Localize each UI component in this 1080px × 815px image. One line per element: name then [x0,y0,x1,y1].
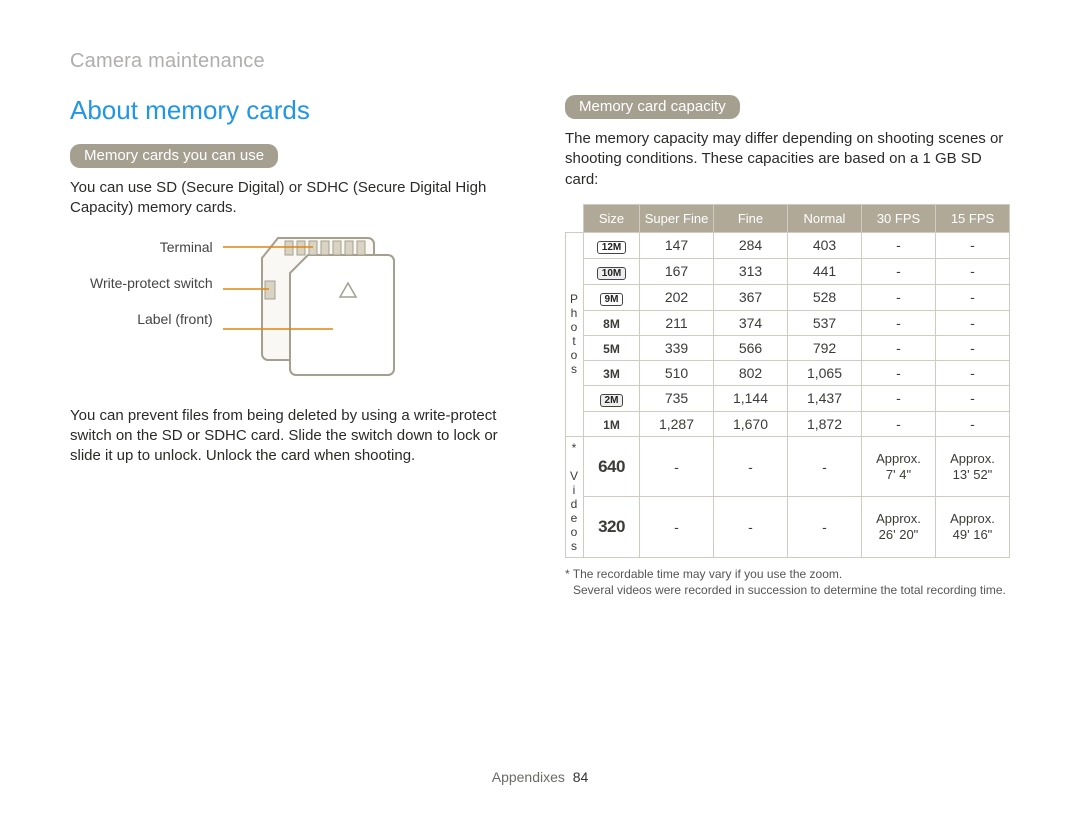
cell-fine: 374 [714,310,788,335]
cell-fine: 802 [714,360,788,385]
cell-size: 5M [584,335,640,360]
cell-sf: 147 [640,232,714,258]
sd-card-figure: Terminal Write-protect switch Label (fro… [90,233,515,388]
cell-sf: 735 [640,385,714,411]
cell-30fps: - [862,310,936,335]
table-header-row: Size Super Fine Fine Normal 30 FPS 15 FP… [566,204,1010,232]
cell-normal: - [788,436,862,497]
cell-size: 1M [584,411,640,436]
cell-size: 12M [584,232,640,258]
sd-card-icon [223,233,413,388]
cell-fine: - [714,436,788,497]
cell-sf: 1,287 [640,411,714,436]
paragraph-capacity-intro: The memory capacity may differ depending… [565,129,1010,190]
table-row: Photos12M147284403-- [566,232,1010,258]
cell-30fps: Approx.7' 4" [862,436,936,497]
cell-sf: - [640,497,714,558]
cell-15fps: - [936,385,1010,411]
cell-size: 10M [584,258,640,284]
subhead-memory-cards-you-can-use: Memory cards you can use [70,144,278,168]
side-label-videos: *Videos [566,436,584,557]
table-row: 10M167313441-- [566,258,1010,284]
cell-sf: 211 [640,310,714,335]
cell-normal: 1,437 [788,385,862,411]
cell-30fps: - [862,385,936,411]
cell-size: 9M [584,284,640,310]
table-row: 9M202367528-- [566,284,1010,310]
table-row: 8M211374537-- [566,310,1010,335]
footnote: * The recordable time may vary if you us… [565,566,1010,598]
cell-size: 2M [584,385,640,411]
right-column: Memory card capacity The memory capacity… [565,95,1010,759]
cell-fine: 367 [714,284,788,310]
cell-fine: 284 [714,232,788,258]
cell-15fps: - [936,232,1010,258]
cell-15fps: Approx.13' 52" [936,436,1010,497]
cell-fine: 313 [714,258,788,284]
th-fine: Fine [714,204,788,232]
cell-30fps: - [862,335,936,360]
label-front: Label (front) [90,311,213,327]
subhead-memory-card-capacity: Memory card capacity [565,95,740,119]
page-footer: Appendixes 84 [70,759,1010,785]
cell-normal: 1,065 [788,360,862,385]
cell-fine: 1,144 [714,385,788,411]
cell-sf: 202 [640,284,714,310]
cell-30fps: - [862,258,936,284]
cell-fine: 566 [714,335,788,360]
th-superfine: Super Fine [640,204,714,232]
cell-15fps: - [936,284,1010,310]
paragraph-write-protect: You can prevent files from being deleted… [70,406,515,467]
cell-fine: - [714,497,788,558]
table-row: *Videos640---Approx.7' 4"Approx.13' 52" [566,436,1010,497]
footer-page-number: 84 [573,769,589,785]
cell-30fps: - [862,284,936,310]
cell-normal: 537 [788,310,862,335]
cell-30fps: - [862,360,936,385]
cell-15fps: - [936,411,1010,436]
cell-normal: 792 [788,335,862,360]
cell-normal: 1,872 [788,411,862,436]
cell-15fps: - [936,310,1010,335]
side-label-photos: Photos [566,232,584,436]
th-15fps: 15 FPS [936,204,1010,232]
table-row: 3M5108021,065-- [566,360,1010,385]
cell-sf: 510 [640,360,714,385]
th-size: Size [584,204,640,232]
cell-sf: 339 [640,335,714,360]
table-row: 2M7351,1441,437-- [566,385,1010,411]
table-row: 320---Approx.26' 20"Approx.49' 16" [566,497,1010,558]
cell-normal: 403 [788,232,862,258]
cell-size: 3M [584,360,640,385]
capacity-table: Size Super Fine Fine Normal 30 FPS 15 FP… [565,204,1010,558]
label-write-protect-switch: Write-protect switch [90,275,213,291]
cell-15fps: - [936,360,1010,385]
page-title: About memory cards [70,95,515,126]
th-normal: Normal [788,204,862,232]
left-column: About memory cards Memory cards you can … [70,95,515,759]
cell-sf: - [640,436,714,497]
cell-30fps: - [862,411,936,436]
cell-size: 640 [584,436,640,497]
cell-normal: - [788,497,862,558]
cell-30fps: - [862,232,936,258]
table-row: 5M339566792-- [566,335,1010,360]
cell-15fps: - [936,258,1010,284]
cell-normal: 441 [788,258,862,284]
cell-15fps: - [936,335,1010,360]
cell-15fps: Approx.49' 16" [936,497,1010,558]
cell-fine: 1,670 [714,411,788,436]
label-terminal: Terminal [90,239,213,255]
th-30fps: 30 FPS [862,204,936,232]
cell-size: 320 [584,497,640,558]
table-row: 1M1,2871,6701,872-- [566,411,1010,436]
cell-sf: 167 [640,258,714,284]
cell-normal: 528 [788,284,862,310]
footer-section: Appendixes [492,769,565,785]
cell-size: 8M [584,310,640,335]
paragraph-usable-cards: You can use SD (Secure Digital) or SDHC … [70,178,515,219]
cell-30fps: Approx.26' 20" [862,497,936,558]
breadcrumb: Camera maintenance [70,50,1010,73]
